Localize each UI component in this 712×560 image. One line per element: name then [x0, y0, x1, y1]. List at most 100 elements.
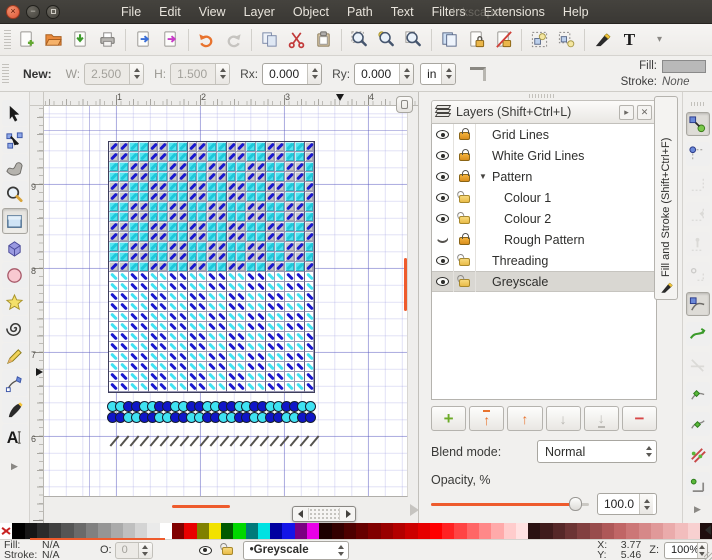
stitch-cell[interactable] — [168, 192, 178, 202]
stitch-cell[interactable] — [236, 142, 246, 152]
stitch-cell[interactable] — [148, 302, 158, 312]
stitch-cell[interactable] — [275, 362, 285, 372]
stitch-cell[interactable] — [304, 372, 314, 382]
stitch-cell[interactable] — [109, 152, 119, 162]
stitch-cell[interactable] — [285, 282, 295, 292]
stitch-cell[interactable] — [265, 202, 275, 212]
stitch-cell[interactable] — [207, 202, 217, 212]
toolbar-grip[interactable] — [690, 102, 705, 106]
menu-extensions[interactable]: Extensions — [475, 0, 554, 24]
scroll-left-arrow[interactable] — [293, 510, 307, 518]
stitch-cell[interactable] — [129, 162, 139, 172]
palette-swatch[interactable] — [319, 523, 332, 539]
stitch-cell[interactable] — [148, 292, 158, 302]
stitch-cell[interactable] — [207, 142, 217, 152]
stitch-cell[interactable] — [265, 342, 275, 352]
stitch-cell[interactable] — [168, 162, 178, 172]
create-clone-button[interactable] — [463, 26, 490, 53]
stitch-cell[interactable] — [197, 302, 207, 312]
stitch-cell[interactable] — [207, 302, 217, 312]
stitch-cell[interactable] — [109, 292, 119, 302]
stitch-cell[interactable] — [187, 382, 197, 392]
stitch-cell[interactable] — [246, 242, 256, 252]
stitch-cell[interactable] — [109, 322, 119, 332]
layer-visibility-toggle[interactable] — [198, 545, 212, 555]
palette-swatch[interactable] — [12, 523, 25, 539]
stitch-cell[interactable] — [265, 152, 275, 162]
stitch-cell[interactable] — [129, 152, 139, 162]
stitch-cell[interactable] — [197, 342, 207, 352]
stitch-cell[interactable] — [129, 382, 139, 392]
stitch-cell[interactable] — [148, 262, 158, 272]
stitch-cell[interactable] — [119, 182, 129, 192]
palette-swatch[interactable] — [307, 523, 320, 539]
stitch-cell[interactable] — [304, 292, 314, 302]
stitch-cell[interactable] — [265, 252, 275, 262]
layer-visibility-cell[interactable] — [432, 250, 454, 271]
snap-line-midpoints-button[interactable] — [685, 442, 710, 466]
stitch-cell[interactable] — [275, 352, 285, 362]
stitch-cell[interactable] — [285, 222, 295, 232]
stitch-cell[interactable] — [168, 142, 178, 152]
pencil-tool-button[interactable] — [1, 343, 28, 369]
stitch-cell[interactable] — [148, 382, 158, 392]
stitch-cell[interactable] — [197, 172, 207, 182]
stitch-cell[interactable] — [148, 202, 158, 212]
palette-swatch[interactable] — [515, 523, 529, 539]
vertical-ruler[interactable]: 9 8 7 6 — [30, 106, 44, 523]
stitch-cell[interactable] — [236, 182, 246, 192]
stitch-cell[interactable] — [168, 362, 178, 372]
ry-field[interactable]: 0.000 — [354, 62, 415, 85]
stitch-cell[interactable] — [304, 352, 314, 362]
stitch-cell[interactable] — [285, 322, 295, 332]
stitch-cell[interactable] — [158, 262, 168, 272]
stitch-cell[interactable] — [207, 312, 217, 322]
stitch-cell[interactable] — [207, 282, 217, 292]
stitch-cell[interactable] — [168, 292, 178, 302]
stitch-cell[interactable] — [168, 372, 178, 382]
stitch-cell[interactable] — [246, 312, 256, 322]
calligraphy-tool-button[interactable] — [1, 397, 28, 423]
layer-row-greyscale[interactable]: Greyscale — [432, 271, 656, 292]
stitch-cell[interactable] — [275, 242, 285, 252]
stitch-cell[interactable] — [158, 362, 168, 372]
stitch-cell[interactable] — [226, 202, 236, 212]
stitch-cell[interactable] — [197, 232, 207, 242]
stitch-cell[interactable] — [304, 192, 314, 202]
raise-layer-button[interactable]: ↑ — [507, 406, 543, 431]
stitch-cell[interactable] — [129, 302, 139, 312]
stitch-cell[interactable] — [148, 232, 158, 242]
stitch-cell[interactable] — [187, 192, 197, 202]
stitch-cell[interactable] — [285, 172, 295, 182]
raise-layer-to-top-button[interactable]: ↑ — [469, 406, 505, 431]
stitch-cell[interactable] — [129, 282, 139, 292]
stitch-cell[interactable] — [168, 262, 178, 272]
stitch-cell[interactable] — [226, 152, 236, 162]
palette-swatch[interactable] — [442, 523, 455, 539]
new-document-button[interactable] — [13, 26, 40, 53]
minimize-button[interactable]: − — [26, 4, 40, 19]
layer-lock-cell[interactable] — [454, 166, 476, 187]
stitch-cell[interactable] — [129, 142, 139, 152]
stitch-cell[interactable] — [207, 182, 217, 192]
stitch-cell[interactable] — [207, 262, 217, 272]
export-png-button[interactable] — [157, 26, 184, 53]
stitch-cell[interactable] — [265, 322, 275, 332]
stitch-cell[interactable] — [304, 382, 314, 392]
tweak-tool-button[interactable] — [1, 154, 28, 180]
stitch-cell[interactable] — [187, 252, 197, 262]
stitch-cell[interactable] — [158, 232, 168, 242]
palette-swatch-none[interactable] — [0, 523, 13, 539]
palette-swatch[interactable] — [85, 523, 99, 539]
stitch-cell[interactable] — [246, 322, 256, 332]
stitch-cell[interactable] — [275, 372, 285, 382]
stitch-cell[interactable] — [207, 162, 217, 172]
ry-spinner[interactable] — [399, 63, 414, 84]
scroll-right-arrow[interactable] — [341, 510, 355, 518]
stitch-cell[interactable] — [129, 262, 139, 272]
palette-swatch[interactable] — [221, 523, 234, 539]
stitch-cell[interactable] — [304, 362, 314, 372]
stitch-cell[interactable] — [187, 372, 197, 382]
stitch-cell[interactable] — [148, 352, 158, 362]
stitch-cell[interactable] — [246, 182, 256, 192]
